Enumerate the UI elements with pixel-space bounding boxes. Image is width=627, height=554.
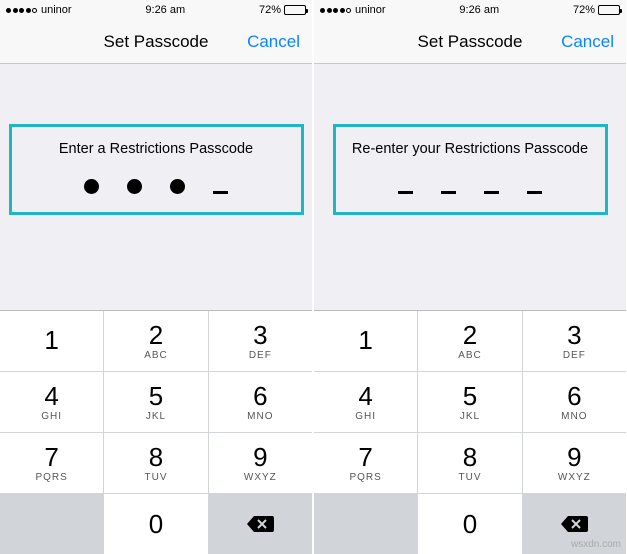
passcode-prompt-box: Re-enter your Restrictions Passcode	[333, 124, 608, 215]
keypad-key-7[interactable]: 7PQRS	[314, 433, 417, 493]
watermark-label: wsxdn.com	[571, 539, 621, 550]
keypad-key-4[interactable]: 4GHI	[314, 372, 417, 432]
pin-dot-filled	[170, 179, 185, 194]
backspace-icon	[246, 514, 274, 534]
keypad-key-3[interactable]: 3DEF	[209, 311, 312, 371]
pin-dot-empty	[484, 191, 499, 194]
pin-dot-filled	[127, 179, 142, 194]
battery-percent-label: 72%	[573, 4, 595, 16]
keypad-key-5[interactable]: 5JKL	[104, 372, 207, 432]
keypad-blank	[0, 494, 103, 554]
pin-dot-empty	[527, 191, 542, 194]
keypad-key-5[interactable]: 5JKL	[418, 372, 521, 432]
keypad-key-4[interactable]: 4GHI	[0, 372, 103, 432]
keypad-key-9[interactable]: 9WXYZ	[523, 433, 626, 493]
passcode-dots	[16, 179, 297, 194]
carrier-label: uninor	[355, 4, 386, 16]
pin-dot-empty	[441, 191, 456, 194]
carrier-label: uninor	[41, 4, 72, 16]
keypad-key-8[interactable]: 8TUV	[104, 433, 207, 493]
passcode-prompt-label: Enter a Restrictions Passcode	[16, 141, 297, 157]
passcode-prompt-label: Re-enter your Restrictions Passcode	[346, 141, 595, 157]
nav-bar: Set Passcode Cancel	[314, 20, 626, 64]
pin-dot-empty	[398, 191, 413, 194]
cancel-button[interactable]: Cancel	[247, 32, 300, 52]
keypad-key-1[interactable]: 1	[0, 311, 103, 371]
pin-dot-empty	[213, 191, 228, 194]
page-title: Set Passcode	[418, 32, 523, 52]
keypad-backspace-button[interactable]	[209, 494, 312, 554]
keypad-key-9[interactable]: 9WXYZ	[209, 433, 312, 493]
passcode-dots	[346, 179, 595, 194]
battery-percent-label: 72%	[259, 4, 281, 16]
page-title: Set Passcode	[104, 32, 209, 52]
keypad-key-0[interactable]: 0	[104, 494, 207, 554]
status-bar: uninor 9:26 am 72%	[314, 0, 626, 20]
keypad-key-2[interactable]: 2ABC	[418, 311, 521, 371]
pin-dot-filled	[84, 179, 99, 194]
phone-screen-right: uninor 9:26 am 72% Set Passcode Cancel R…	[314, 0, 626, 554]
keypad-key-1[interactable]: 1	[314, 311, 417, 371]
status-bar: uninor 9:26 am 72%	[0, 0, 312, 20]
keypad-key-6[interactable]: 6MNO	[523, 372, 626, 432]
battery-icon	[598, 5, 620, 15]
passcode-prompt-box: Enter a Restrictions Passcode	[9, 124, 304, 215]
nav-bar: Set Passcode Cancel	[0, 20, 312, 64]
signal-dots-icon	[6, 8, 37, 13]
keypad-key-7[interactable]: 7PQRS	[0, 433, 103, 493]
backspace-icon	[560, 514, 588, 534]
keypad-key-3[interactable]: 3DEF	[523, 311, 626, 371]
keypad-blank	[314, 494, 417, 554]
battery-icon	[284, 5, 306, 15]
phone-screen-left: uninor 9:26 am 72% Set Passcode Cancel E…	[0, 0, 312, 554]
signal-dots-icon	[320, 8, 351, 13]
keypad-key-6[interactable]: 6MNO	[209, 372, 312, 432]
keypad-key-0[interactable]: 0	[418, 494, 521, 554]
keypad-key-8[interactable]: 8TUV	[418, 433, 521, 493]
cancel-button[interactable]: Cancel	[561, 32, 614, 52]
number-keypad: 1 2ABC 3DEF 4GHI 5JKL 6MNO 7PQRS 8TUV 9W…	[0, 310, 312, 554]
keypad-key-2[interactable]: 2ABC	[104, 311, 207, 371]
clock-label: 9:26 am	[459, 4, 499, 16]
number-keypad: 1 2ABC 3DEF 4GHI 5JKL 6MNO 7PQRS 8TUV 9W…	[314, 310, 626, 554]
clock-label: 9:26 am	[145, 4, 185, 16]
